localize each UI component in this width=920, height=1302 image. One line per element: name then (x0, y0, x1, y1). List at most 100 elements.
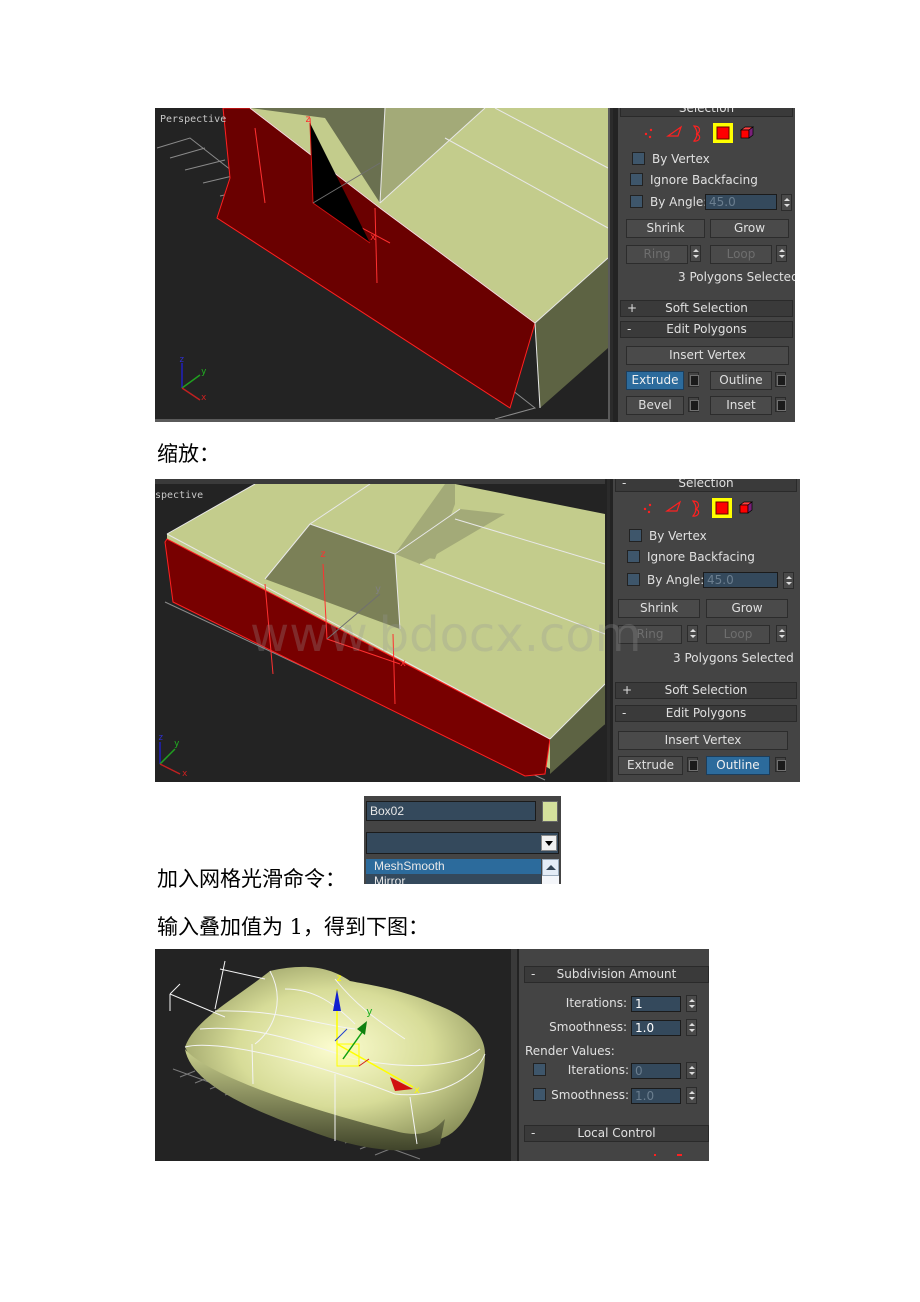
svg-text:y: y (375, 584, 381, 595)
rollout-soft-selection[interactable]: + Soft Selection (620, 300, 793, 317)
list-scroll-up-icon[interactable] (542, 859, 559, 876)
render-smoothness-input[interactable]: 1.0 (631, 1088, 681, 1104)
extrude-button[interactable]: Extrude (618, 756, 683, 775)
outline-button[interactable]: Outline (706, 756, 770, 775)
perspective-viewport[interactable]: z y x z y x spective (155, 484, 605, 782)
checkbox[interactable] (627, 550, 640, 563)
ring-spinner[interactable] (687, 625, 698, 642)
checkbox[interactable] (630, 173, 643, 186)
inset-settings-button[interactable] (775, 397, 786, 412)
ignore-backfacing-checkbox[interactable]: Ignore Backfacing (627, 549, 777, 565)
loop-spinner[interactable] (776, 625, 787, 642)
grow-button[interactable]: Grow (706, 599, 788, 618)
loop-button[interactable]: Loop (710, 245, 772, 264)
checkbox-label: By Vertex (649, 529, 707, 543)
viewport-label[interactable]: spective (155, 490, 203, 501)
rollout-title: Soft Selection (664, 683, 748, 697)
collapse-icon: - (622, 479, 627, 490)
render-smoothness-checkbox[interactable] (533, 1088, 546, 1101)
ring-spinner[interactable] (690, 245, 701, 262)
ring-button[interactable]: Ring (626, 245, 688, 264)
smoothness-spinner[interactable] (686, 1019, 697, 1036)
list-scrollbar-track[interactable] (542, 876, 559, 884)
outline-settings-button[interactable] (775, 372, 786, 387)
panel-divider[interactable] (610, 108, 613, 422)
screenshot-meshsmooth-result: z y x - Subdivision Amount Iterations: 1… (155, 949, 709, 1161)
caption-input-iterations: 输入叠加值为 1，得到下图： (157, 915, 430, 939)
extrude-settings-button[interactable] (687, 757, 698, 772)
checkbox[interactable] (629, 529, 642, 542)
rollout-edit-polygons[interactable]: - Edit Polygons (620, 321, 793, 338)
extrude-button[interactable]: Extrude (626, 371, 684, 390)
smoothness-input[interactable]: 1.0 (631, 1020, 681, 1036)
vertex-icon (643, 503, 652, 514)
render-smoothness-spinner[interactable] (686, 1087, 697, 1104)
border-icon (691, 500, 700, 517)
rollout-soft-selection[interactable]: + Soft Selection (615, 682, 797, 699)
checkbox[interactable] (630, 195, 643, 208)
selection-status: 3 Polygons Selected (678, 270, 795, 284)
extrude-settings-button[interactable] (688, 372, 699, 387)
checkbox[interactable] (627, 573, 640, 586)
shrink-button[interactable]: Shrink (626, 219, 705, 238)
rollout-selection[interactable]: - Selection (615, 479, 797, 492)
loop-spinner[interactable] (776, 245, 787, 262)
perspective-viewport[interactable]: z y x (155, 949, 510, 1161)
insert-vertex-button[interactable]: Insert Vertex (618, 731, 788, 750)
by-angle-input[interactable]: 45.0 (705, 194, 777, 210)
object-color-swatch[interactable] (542, 801, 558, 822)
checkbox[interactable] (632, 152, 645, 165)
panel-divider[interactable] (607, 479, 610, 782)
inset-button[interactable]: Inset (710, 396, 772, 415)
rollout-subdivision-amount[interactable]: - Subdivision Amount (524, 966, 709, 983)
by-angle-checkbox[interactable]: By Angle: (627, 572, 707, 588)
panel-divider[interactable] (511, 949, 517, 1161)
selection-status: 3 Polygons Selected (673, 651, 794, 665)
subobject-toolbar (637, 497, 787, 519)
shrink-button[interactable]: Shrink (618, 599, 700, 618)
polygon-icon (712, 498, 732, 518)
modifier-option-mirror[interactable]: Mirror (366, 874, 541, 884)
iterations-input[interactable]: 1 (631, 996, 681, 1012)
car-model-scene: z x z y x (156, 108, 608, 419)
svg-text:z: z (179, 355, 184, 365)
rollout-edit-polygons[interactable]: - Edit Polygons (615, 705, 797, 722)
rollout-title: Edit Polygons (666, 322, 747, 336)
outline-settings-button[interactable] (775, 757, 786, 772)
svg-text:y: y (366, 1005, 373, 1018)
outline-button[interactable]: Outline (710, 371, 772, 390)
option-label: Mirror (374, 874, 406, 884)
rollout-selection[interactable]: Selection (620, 108, 793, 117)
by-angle-spinner[interactable] (783, 572, 794, 589)
by-angle-checkbox[interactable]: By Angle: (630, 194, 710, 210)
render-iterations-checkbox[interactable] (533, 1063, 546, 1076)
bevel-button[interactable]: Bevel (626, 396, 684, 415)
modifier-list-panel: Box02 MeshSmooth Mirror (364, 796, 561, 884)
checkbox-label: Ignore Backfacing (647, 550, 755, 564)
bevel-settings-button[interactable] (688, 397, 699, 412)
svg-text:z: z (320, 549, 326, 560)
by-vertex-checkbox[interactable]: By Vertex (632, 151, 752, 167)
element-icon (738, 501, 754, 514)
ignore-backfacing-checkbox[interactable]: Ignore Backfacing (630, 172, 780, 188)
modifier-option-meshsmooth[interactable]: MeshSmooth (366, 859, 541, 874)
dropdown-arrow-icon[interactable] (541, 835, 557, 851)
by-vertex-checkbox[interactable]: By Vertex (629, 528, 749, 544)
object-name-field[interactable]: Box02 (366, 801, 536, 821)
insert-vertex-button[interactable]: Insert Vertex (626, 346, 789, 365)
grow-button[interactable]: Grow (710, 219, 789, 238)
loop-button[interactable]: Loop (706, 625, 770, 644)
option-label: MeshSmooth (374, 859, 445, 873)
iterations-spinner[interactable] (686, 995, 697, 1012)
by-angle-input[interactable]: 45.0 (703, 572, 778, 588)
by-angle-spinner[interactable] (781, 194, 792, 211)
modifier-list-dropdown[interactable] (366, 832, 559, 854)
render-iterations-spinner[interactable] (686, 1062, 697, 1079)
ring-button[interactable]: Ring (618, 625, 682, 644)
perspective-viewport[interactable]: z x z y x Perspective (155, 108, 610, 422)
viewport-label[interactable]: Perspective (160, 114, 226, 125)
subobject-level-icons (649, 1154, 699, 1161)
render-iterations-input[interactable]: 0 (631, 1063, 681, 1079)
rollout-local-control[interactable]: - Local Control (524, 1125, 709, 1142)
svg-text:y: y (201, 367, 207, 377)
